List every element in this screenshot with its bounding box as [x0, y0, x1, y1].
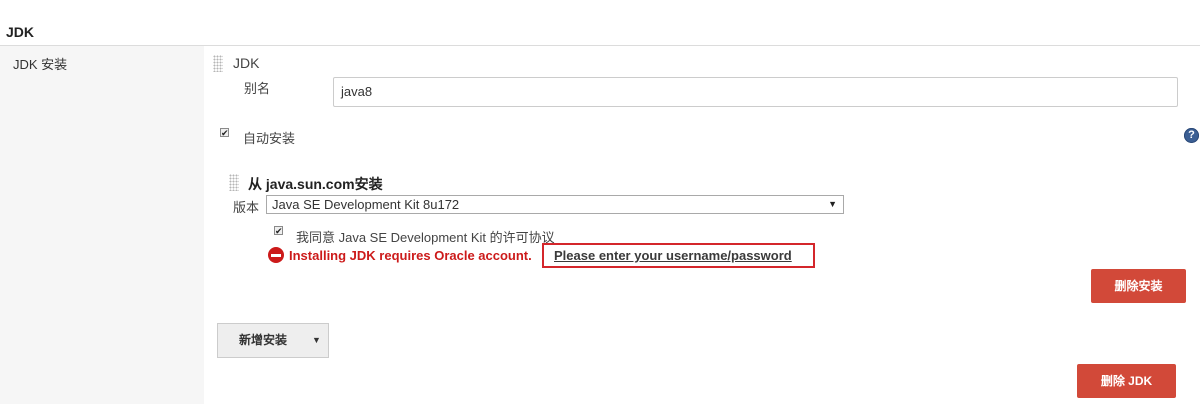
drag-handle-icon[interactable]	[213, 55, 223, 72]
checkbox-icon: ✔	[221, 128, 229, 138]
installer-title: 从 java.sun.com安装	[248, 176, 383, 192]
auto-install-label: 自动安装	[243, 131, 296, 146]
installer-drag-handle-icon[interactable]	[229, 174, 239, 191]
alias-label: 别名	[244, 81, 271, 96]
version-label: 版本	[233, 200, 260, 215]
settings-label-column	[0, 46, 204, 404]
delete-installer-button[interactable]: 删除安装	[1091, 269, 1186, 303]
setting-label: JDK 安装	[13, 57, 68, 72]
checkbox-icon: ✔	[275, 226, 283, 236]
auto-install-checkbox[interactable]: ✔	[220, 128, 229, 138]
add-installer-button[interactable]: 新增安装 ▼	[217, 323, 329, 358]
license-label: 我同意 Java SE Development Kit 的许可协议	[296, 230, 555, 245]
delete-jdk-button[interactable]: 删除 JDK	[1077, 364, 1176, 398]
jdk-block-title: JDK	[233, 55, 260, 71]
chevron-down-icon: ▼	[312, 335, 321, 345]
error-message: Installing JDK requires Oracle account.	[289, 248, 532, 263]
alias-input[interactable]: java8	[333, 77, 1178, 107]
section-title: JDK	[6, 24, 35, 40]
version-selected-value: Java SE Development Kit 8u172	[272, 197, 460, 212]
license-checkbox[interactable]: ✔	[274, 226, 283, 236]
error-icon	[268, 247, 284, 263]
version-select[interactable]: Java SE Development Kit 8u172 ▼	[266, 195, 844, 214]
help-icon[interactable]: ?	[1184, 128, 1199, 143]
add-installer-label: 新增安装	[239, 333, 288, 347]
annotation-highlight-box	[542, 243, 815, 268]
dropdown-caret-icon: ▼	[828, 199, 837, 209]
